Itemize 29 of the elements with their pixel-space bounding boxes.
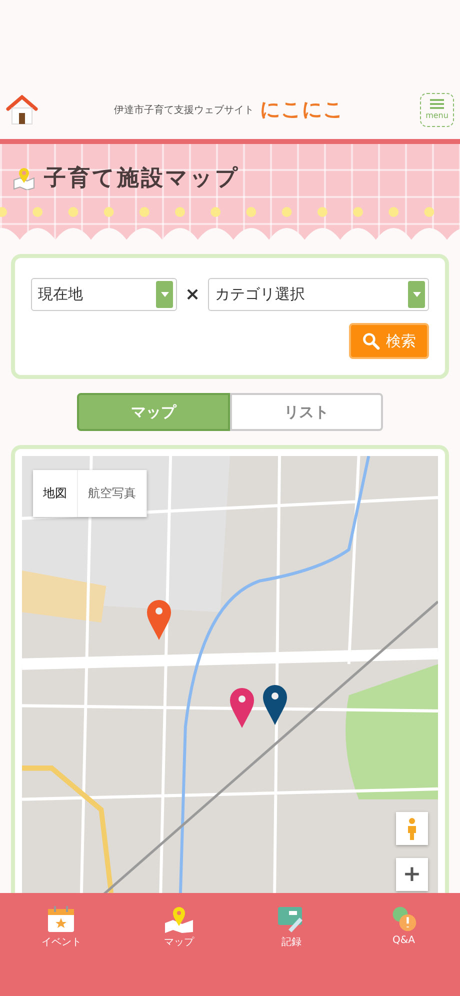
caret-icon bbox=[412, 292, 420, 297]
search-icon bbox=[362, 332, 380, 350]
location-select[interactable]: 現在地 bbox=[31, 278, 177, 311]
cross-separator: × bbox=[185, 284, 200, 305]
page-title: 子育て施設マップ bbox=[44, 164, 240, 193]
caret-icon bbox=[160, 292, 168, 297]
site-subtitle: 伊達市子育て支援ウェブサイト bbox=[114, 104, 254, 116]
map-pin-icon bbox=[12, 166, 36, 190]
search-button[interactable]: 検索 bbox=[349, 323, 429, 359]
person-icon bbox=[407, 816, 417, 840]
view-tab[interactable]: リスト bbox=[230, 393, 383, 431]
category-select[interactable]: カテゴリ選択 bbox=[208, 278, 429, 311]
menu-button[interactable]: menu bbox=[420, 92, 454, 126]
street-view-button[interactable] bbox=[396, 812, 428, 845]
menu-icon bbox=[430, 99, 444, 109]
map-pin-icon[interactable] bbox=[230, 688, 254, 728]
view-tab[interactable]: マップ bbox=[77, 393, 230, 431]
nav-item[interactable]: マップ bbox=[154, 905, 204, 949]
calendar-icon bbox=[46, 905, 76, 933]
map-type-button[interactable]: 航空写真 bbox=[78, 470, 147, 517]
map-type-button[interactable]: 地図 bbox=[33, 470, 78, 517]
site-logo[interactable]: にこにこ bbox=[260, 96, 344, 123]
home-icon[interactable] bbox=[6, 94, 38, 124]
map-pin-icon[interactable] bbox=[263, 685, 288, 726]
nav-item[interactable]: イベント bbox=[31, 905, 92, 949]
nav-item[interactable]: 記録 bbox=[266, 905, 316, 949]
nav-item[interactable]: Q&A bbox=[378, 905, 429, 946]
map-pin-icon bbox=[164, 905, 194, 933]
zoom-in-button[interactable]: + bbox=[396, 858, 428, 891]
